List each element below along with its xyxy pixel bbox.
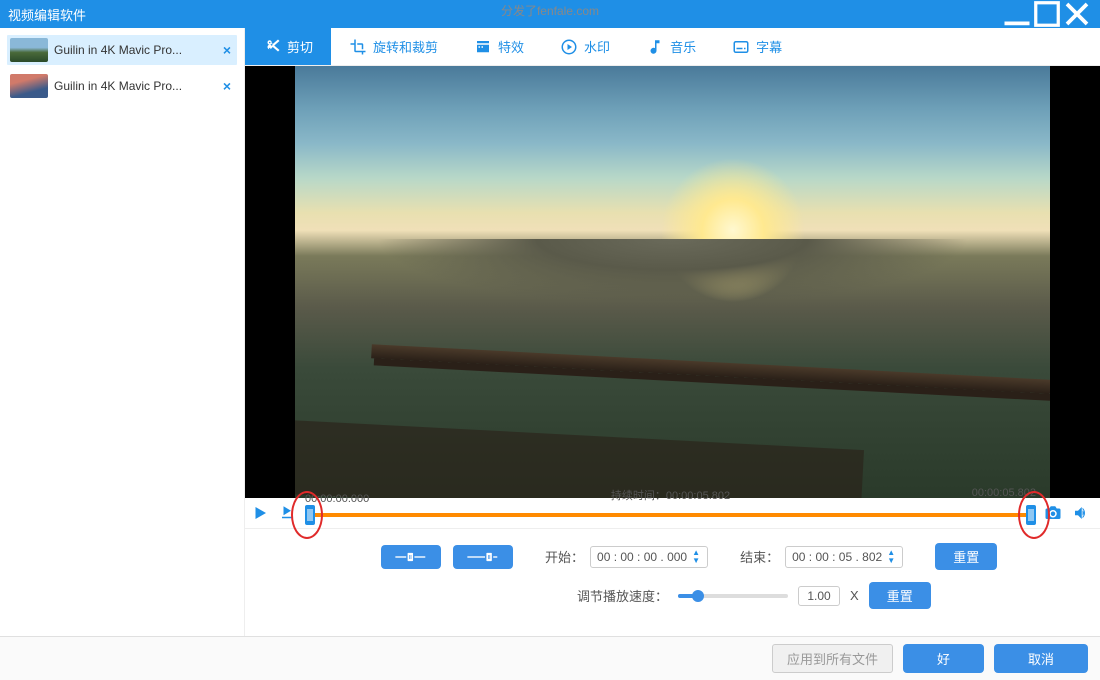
file-item[interactable]: Guilin in 4K Mavic Pro... × xyxy=(6,70,238,102)
tab-cut[interactable]: 剪切 xyxy=(245,28,331,65)
footer-bar: 应用到所有文件 好 取消 xyxy=(0,636,1100,680)
tab-watermark[interactable]: 水印 xyxy=(542,28,628,65)
end-time-input[interactable]: 00 : 00 : 05 . 802 ▲▼ xyxy=(785,546,903,568)
scissors-icon xyxy=(263,38,281,56)
start-time-field: 开始： 00 : 00 : 00 . 000 ▲▼ xyxy=(545,546,708,568)
file-item[interactable]: Guilin in 4K Mavic Pro... × xyxy=(6,34,238,66)
spinner[interactable]: ▲▼ xyxy=(886,549,896,565)
file-label: Guilin in 4K Mavic Pro... xyxy=(54,79,182,93)
reset-speed-button[interactable]: 重置 xyxy=(869,582,931,609)
spinner[interactable]: ▲▼ xyxy=(691,549,701,565)
volume-button[interactable] xyxy=(1070,502,1092,524)
file-sidebar: Guilin in 4K Mavic Pro... × Guilin in 4K… xyxy=(0,28,245,680)
end-time-field: 结束： 00 : 00 : 05 . 802 ▲▼ xyxy=(740,546,903,568)
speed-value-input[interactable]: 1.00 xyxy=(798,586,840,606)
video-frame[interactable] xyxy=(295,66,1050,498)
tab-effect[interactable]: 特效 xyxy=(456,28,542,65)
reset-time-button[interactable]: 重置 xyxy=(935,543,997,570)
cancel-button[interactable]: 取消 xyxy=(994,644,1088,673)
video-preview-area xyxy=(245,66,1100,498)
titlebar: 视频编辑软件 xyxy=(0,0,1100,28)
duration-value: 00:00:05.802 xyxy=(666,490,730,502)
file-label: Guilin in 4K Mavic Pro... xyxy=(54,43,182,57)
watermark-icon xyxy=(560,38,578,56)
trim-handle-left[interactable] xyxy=(305,505,315,525)
start-label: 开始： xyxy=(545,547,584,566)
trim-handle-right[interactable] xyxy=(1026,505,1036,525)
play-button[interactable] xyxy=(249,502,271,524)
close-button[interactable] xyxy=(1062,4,1092,24)
crop-icon xyxy=(349,38,367,56)
speed-knob[interactable] xyxy=(692,590,704,602)
tab-rotate-crop[interactable]: 旋转和裁剪 xyxy=(331,28,456,65)
tab-subtitle[interactable]: 字幕 xyxy=(714,28,800,65)
tool-tabbar: 剪切 旋转和裁剪 特效 水印 音乐 字幕 xyxy=(245,28,1100,66)
start-time-input[interactable]: 00 : 00 : 00 . 000 ▲▼ xyxy=(590,546,708,568)
file-thumbnail xyxy=(10,74,48,98)
export-button[interactable] xyxy=(277,502,299,524)
music-icon xyxy=(646,38,664,56)
tab-music[interactable]: 音乐 xyxy=(628,28,714,65)
effect-icon xyxy=(474,38,492,56)
file-close-icon[interactable]: × xyxy=(223,78,231,94)
timeline-start-time: 00:00:00.000 xyxy=(305,493,369,505)
timeline-row: 00:00:00.000 持续时间：00:00:05.802 00:00:05.… xyxy=(245,498,1100,528)
speed-slider[interactable] xyxy=(678,594,788,598)
mark-out-button[interactable] xyxy=(453,545,513,569)
maximize-button[interactable] xyxy=(1032,4,1062,24)
duration-label: 持续时间： xyxy=(611,490,666,502)
speed-label: 调节播放速度： xyxy=(577,586,668,605)
end-label: 结束： xyxy=(740,547,779,566)
controls-panel: 开始： 00 : 00 : 00 . 000 ▲▼ 结束： 00 : 00 : … xyxy=(245,528,1100,619)
apply-all-button[interactable]: 应用到所有文件 xyxy=(772,644,893,673)
window-title: 视频编辑软件 xyxy=(8,5,1002,24)
track-bar[interactable] xyxy=(305,513,1036,517)
snapshot-button[interactable] xyxy=(1042,502,1064,524)
timeline-end-time: 00:00:05.802 xyxy=(972,487,1036,499)
mark-in-button[interactable] xyxy=(381,545,441,569)
speed-unit: X xyxy=(850,588,859,603)
file-thumbnail xyxy=(10,38,48,62)
timeline-track[interactable]: 00:00:00.000 持续时间：00:00:05.802 00:00:05.… xyxy=(305,499,1036,527)
subtitle-icon xyxy=(732,38,750,56)
file-close-icon[interactable]: × xyxy=(223,42,231,58)
minimize-button[interactable] xyxy=(1002,4,1032,24)
ok-button[interactable]: 好 xyxy=(903,644,984,673)
